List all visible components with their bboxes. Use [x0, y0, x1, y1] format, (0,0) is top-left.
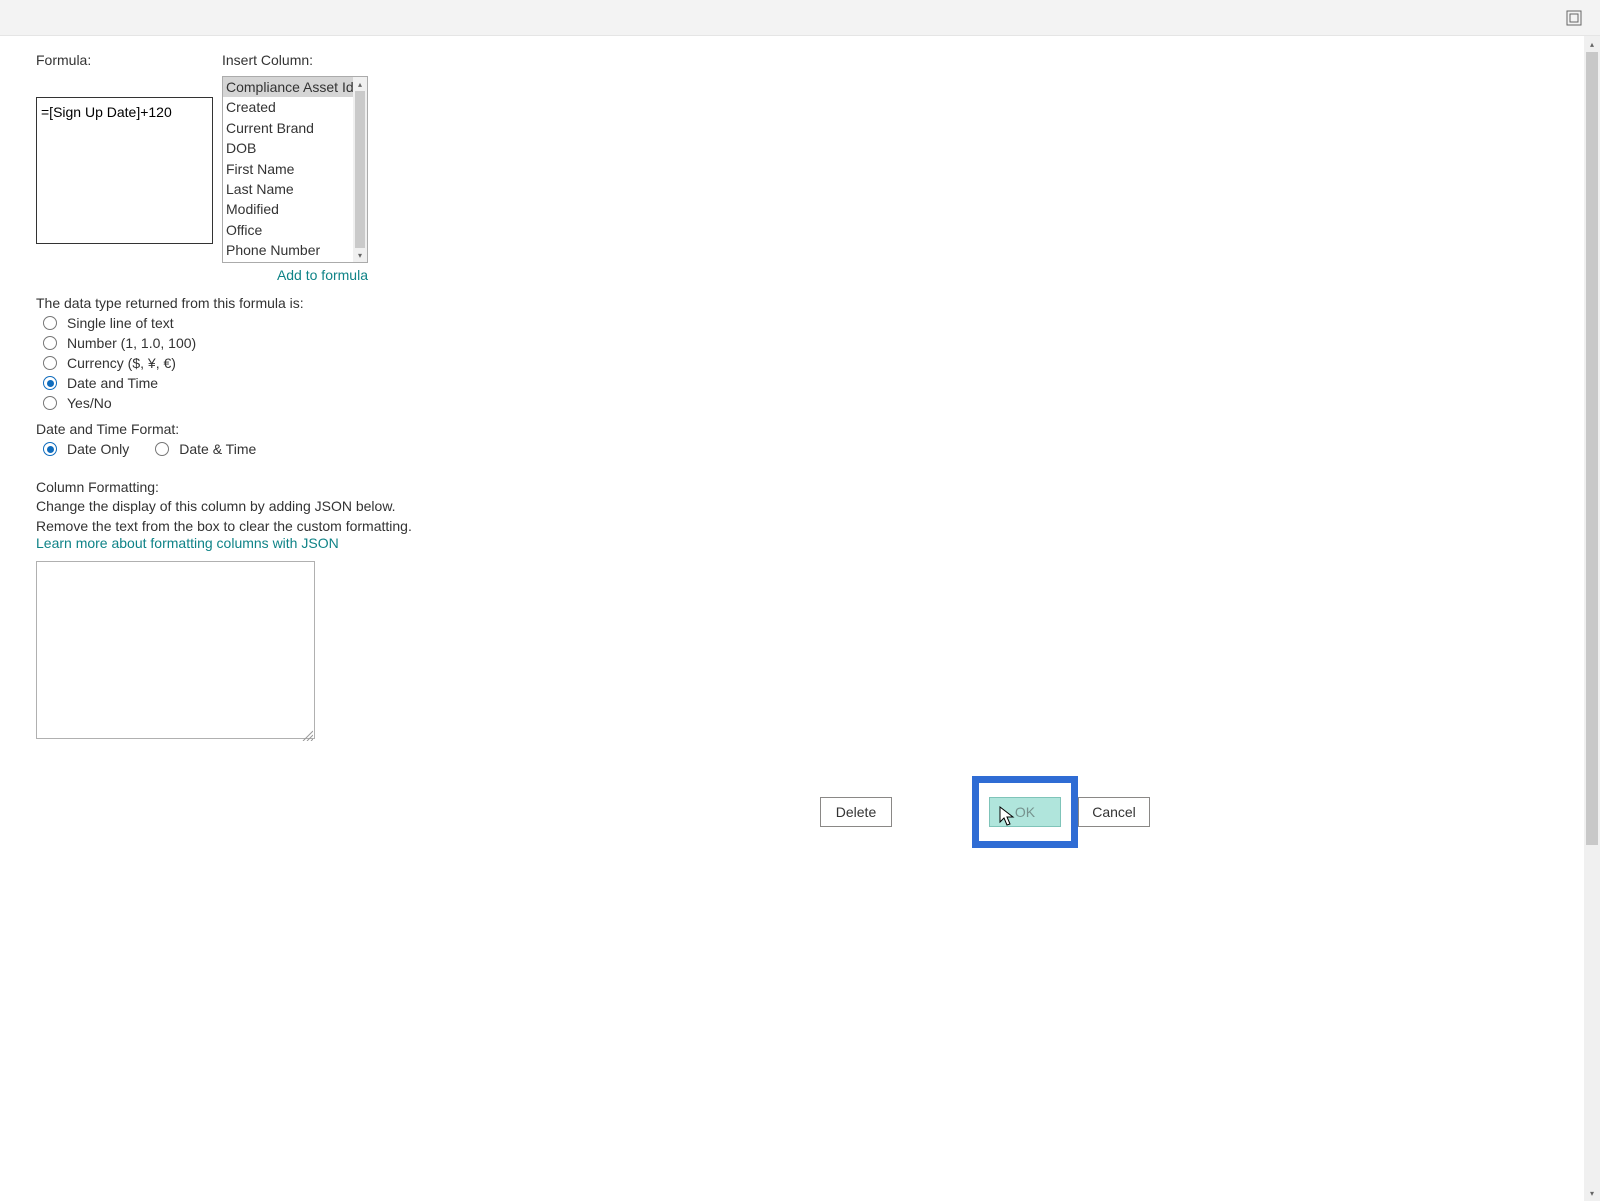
ok-button-label: OK: [1015, 804, 1035, 820]
scroll-down-icon[interactable]: ▾: [353, 248, 367, 262]
resize-grip-icon[interactable]: [301, 728, 313, 740]
json-help-link[interactable]: Learn more about formatting columns with…: [36, 535, 1600, 551]
insert-column-listbox[interactable]: Compliance Asset IdCreatedCurrent BrandD…: [222, 76, 368, 263]
column-formatting-heading: Column Formatting:: [36, 479, 1600, 495]
listbox-item[interactable]: Compliance Asset Id: [223, 77, 353, 97]
scroll-up-icon[interactable]: ▴: [353, 77, 367, 91]
listbox-item[interactable]: Last Name: [223, 179, 353, 199]
listbox-item[interactable]: Modified: [223, 199, 353, 219]
page-scroll-down-icon[interactable]: ▾: [1584, 1185, 1600, 1201]
data-type-option[interactable]: Date and Time: [43, 375, 1600, 391]
data-type-option[interactable]: Number (1, 1.0, 100): [43, 335, 1600, 351]
radio-label: Single line of text: [67, 315, 174, 331]
listbox-item[interactable]: Current Brand: [223, 118, 353, 138]
page-scroll-up-icon[interactable]: ▴: [1584, 36, 1600, 52]
ok-highlight: OK: [972, 776, 1078, 848]
page-scrollbar[interactable]: ▴ ▾: [1584, 36, 1600, 1201]
data-type-label: The data type returned from this formula…: [36, 295, 1600, 311]
page-scroll-thumb[interactable]: [1586, 52, 1598, 845]
listbox-item[interactable]: DOB: [223, 138, 353, 158]
data-type-radio-group: Single line of text Number (1, 1.0, 100) C…: [36, 315, 1600, 411]
cancel-button[interactable]: Cancel: [1078, 797, 1150, 827]
date-format-option[interactable]: Date & Time: [155, 441, 256, 457]
formula-input[interactable]: [36, 97, 213, 244]
radio-icon[interactable]: [43, 396, 57, 410]
form-content: Formula: Insert Column: Compliance Asset…: [0, 36, 1600, 1201]
listbox-scrollbar[interactable]: ▴ ▾: [353, 77, 367, 262]
radio-label: Number (1, 1.0, 100): [67, 335, 196, 351]
column-formatting-help-2: Remove the text from the box to clear th…: [36, 517, 1600, 535]
add-to-formula-link[interactable]: Add to formula: [222, 267, 368, 283]
button-row: Delete OK Cancel: [820, 776, 1150, 848]
date-format-radio-group: Date Only Date & Time: [43, 441, 1600, 457]
date-format-option[interactable]: Date Only: [43, 441, 129, 457]
insert-column-label: Insert Column:: [222, 52, 368, 68]
expand-icon[interactable]: [1566, 10, 1582, 26]
data-type-option[interactable]: Single line of text: [43, 315, 1600, 331]
radio-icon[interactable]: [43, 442, 57, 456]
delete-button[interactable]: Delete: [820, 797, 892, 827]
radio-icon[interactable]: [43, 376, 57, 390]
listbox-item[interactable]: Phone Number: [223, 240, 353, 260]
radio-icon[interactable]: [155, 442, 169, 456]
listbox-item[interactable]: Sign Up Date: [223, 261, 353, 262]
listbox-item[interactable]: Office: [223, 220, 353, 240]
radio-label: Date and Time: [67, 375, 158, 391]
radio-label: Currency ($, ¥, €): [67, 355, 176, 371]
top-bar: [0, 0, 1600, 36]
scroll-thumb[interactable]: [355, 91, 365, 248]
listbox-item[interactable]: Created: [223, 97, 353, 117]
radio-label: Yes/No: [67, 395, 112, 411]
formula-label: Formula:: [36, 52, 214, 68]
json-format-input[interactable]: [36, 561, 315, 739]
radio-icon[interactable]: [43, 336, 57, 350]
date-format-label: Date and Time Format:: [36, 421, 1600, 437]
data-type-option[interactable]: Yes/No: [43, 395, 1600, 411]
radio-icon[interactable]: [43, 356, 57, 370]
data-type-option[interactable]: Currency ($, ¥, €): [43, 355, 1600, 371]
listbox-item[interactable]: First Name: [223, 159, 353, 179]
radio-label: Date & Time: [179, 441, 256, 457]
ok-button[interactable]: OK: [989, 797, 1061, 827]
radio-label: Date Only: [67, 441, 129, 457]
radio-icon[interactable]: [43, 316, 57, 330]
column-formatting-help-1: Change the display of this column by add…: [36, 497, 1600, 515]
